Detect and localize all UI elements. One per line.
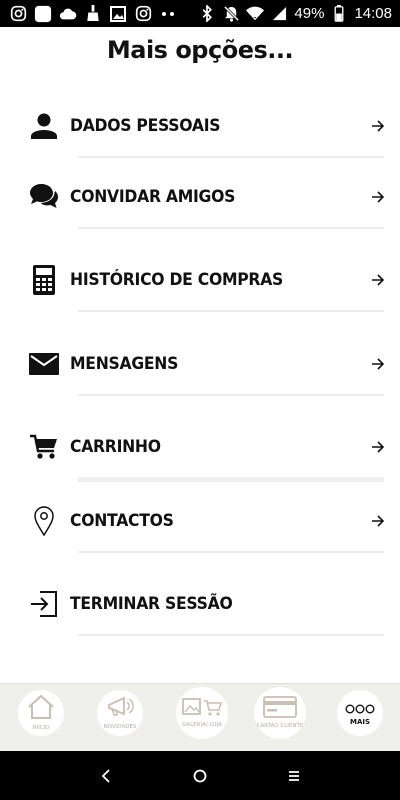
battery-icon bbox=[330, 5, 348, 23]
status-bar: 49% 14:08 bbox=[0, 0, 400, 27]
cleaner-icon bbox=[84, 5, 102, 23]
menu-item-label: MENSAGENS bbox=[70, 354, 179, 374]
arrow-right-icon bbox=[370, 356, 386, 372]
bluetooth-icon bbox=[198, 5, 216, 23]
menu-item-terminar-sessao[interactable]: TERMINAR SESSÃO bbox=[0, 574, 400, 634]
arrow-right-icon bbox=[370, 118, 386, 134]
arrow-right-icon bbox=[370, 439, 386, 455]
tab-galeria-loja[interactable]: GALERIA/ LOJA bbox=[176, 687, 228, 739]
system-navigation-bar bbox=[0, 751, 400, 800]
divider bbox=[78, 394, 384, 396]
page-title: Mais opções... bbox=[106, 36, 294, 64]
divider bbox=[78, 551, 384, 553]
tab-label: CARTÃO CLIENTE bbox=[256, 723, 304, 730]
instagram-icon bbox=[9, 5, 27, 23]
menu-item-label: CONVIDAR AMIGOS bbox=[70, 187, 236, 207]
menu-item-convidar-amigos[interactable]: CONVIDAR AMIGOS bbox=[0, 167, 400, 227]
tab-label: MAIS bbox=[349, 718, 371, 727]
home-icon bbox=[27, 694, 55, 724]
envelope-icon bbox=[28, 348, 60, 380]
gallery-cart-icon bbox=[181, 697, 223, 721]
tab-cartao-cliente[interactable]: CARTÃO CLIENTE bbox=[254, 687, 306, 739]
tab-novidades[interactable]: NOVIDADES bbox=[97, 690, 143, 736]
signal-icon bbox=[270, 5, 288, 23]
tab-label: NOVIDADES bbox=[103, 724, 137, 731]
tab-mais[interactable]: MAIS bbox=[337, 690, 383, 736]
divider bbox=[78, 477, 384, 482]
instagram-icon bbox=[134, 5, 152, 23]
image-icon bbox=[109, 5, 127, 23]
home-circle-icon[interactable] bbox=[188, 764, 212, 788]
arrow-right-icon bbox=[370, 189, 386, 205]
battery-percent: 49% bbox=[294, 5, 325, 22]
arrow-right-icon bbox=[370, 272, 386, 288]
app-icon bbox=[34, 5, 52, 23]
menu-item-carrinho[interactable]: CARRINHO bbox=[0, 417, 400, 477]
menu-item-label: TERMINAR SESSÃO bbox=[70, 594, 233, 614]
bottom-tab-bar: INÍCIO NOVIDADES GALERIA/ LOJA CARTÃO CL… bbox=[0, 683, 400, 751]
divider bbox=[78, 156, 384, 158]
divider bbox=[78, 227, 384, 229]
divider bbox=[78, 310, 384, 312]
tab-label: GALERIA/ LOJA bbox=[182, 722, 222, 729]
menu-item-label: HISTÓRICO DE COMPRAS bbox=[70, 270, 284, 290]
tab-inicio[interactable]: INÍCIO bbox=[18, 690, 64, 736]
menu-item-label: CONTACTOS bbox=[70, 511, 174, 531]
wifi-icon bbox=[246, 5, 265, 23]
megaphone-icon bbox=[106, 695, 134, 723]
arrow-right-icon bbox=[370, 513, 386, 529]
divider bbox=[78, 634, 384, 636]
recent-apps-icon[interactable] bbox=[282, 764, 306, 788]
cart-icon bbox=[28, 431, 60, 463]
person-icon bbox=[28, 110, 60, 142]
menu-item-label: CARRINHO bbox=[70, 437, 161, 457]
more-dots-icon bbox=[159, 5, 177, 23]
menu-item-dados-pessoais[interactable]: DADOS PESSOAIS bbox=[0, 96, 400, 156]
cloud-icon bbox=[59, 5, 77, 23]
location-pin-icon bbox=[28, 505, 60, 537]
menu-item-contactos[interactable]: CONTACTOS bbox=[0, 491, 400, 551]
calculator-icon bbox=[28, 264, 60, 296]
more-circles-icon bbox=[345, 699, 375, 718]
logout-icon bbox=[28, 588, 60, 620]
back-icon[interactable] bbox=[94, 764, 118, 788]
card-icon bbox=[263, 696, 297, 722]
chat-bubbles-icon bbox=[28, 181, 60, 213]
tab-label: INÍCIO bbox=[32, 725, 50, 732]
menu-item-mensagens[interactable]: MENSAGENS bbox=[0, 334, 400, 394]
status-time: 14:08 bbox=[354, 5, 392, 22]
menu-item-label: DADOS PESSOAIS bbox=[70, 116, 221, 136]
notifications-off-icon bbox=[222, 5, 240, 23]
menu-item-historico-de-compras[interactable]: HISTÓRICO DE COMPRAS bbox=[0, 250, 400, 310]
